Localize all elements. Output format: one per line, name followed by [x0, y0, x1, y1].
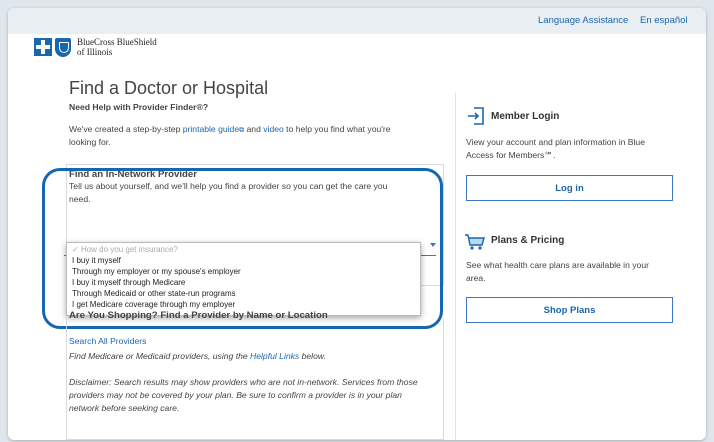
login-icon [468, 107, 484, 125]
utility-bar: Language Assistance En español [8, 8, 706, 34]
member-login-heading: Member Login [491, 111, 560, 122]
disclaimer-3: network before seeking care. [69, 403, 180, 413]
logo-text: BlueCross BlueShield of Illinois [77, 37, 157, 57]
disclaimer-1: Disclaimer: Search results may show prov… [69, 377, 418, 387]
shield-icon [55, 37, 71, 57]
login-button[interactable]: Log in [466, 175, 673, 201]
search-all-providers-link[interactable]: Search All Providers [69, 335, 146, 348]
bcbs-logo[interactable]: BlueCross BlueShield of Illinois [34, 37, 157, 57]
page-title: Find a Doctor or Hospital [69, 78, 269, 98]
help-heading: Need Help with Provider Finder®? [69, 102, 209, 112]
shopping-cart-icon [465, 234, 485, 250]
disclaimer-2: providers may not be covered by your pla… [69, 390, 402, 400]
shop-plans-button[interactable]: Shop Plans [466, 297, 673, 323]
espanol-link[interactable]: En español [640, 15, 688, 26]
language-assistance-link[interactable]: Language Assistance [538, 15, 628, 26]
plans-text-1: See what health care plans are available… [466, 260, 649, 270]
browser-frame: Language Assistance En español BlueCross… [8, 8, 706, 440]
highlight-annotation [42, 168, 443, 329]
login-text-2: Access for Members℠. [466, 150, 556, 160]
plans-pricing-heading: Plans & Pricing [491, 235, 565, 246]
medicare-text: Find Medicare or Medicaid providers, usi… [69, 351, 326, 361]
login-text-1: View your account and plan information i… [466, 137, 645, 147]
helpful-links-link[interactable]: Helpful Links [250, 351, 299, 361]
shopping-heading: Are You Shopping? Find a Provider by Nam… [69, 310, 328, 321]
printable-guide-link[interactable]: printable guide [183, 124, 239, 134]
video-link[interactable]: video [263, 124, 284, 134]
plans-text-2: area. [466, 273, 486, 283]
cross-icon [34, 38, 52, 56]
column-divider [455, 92, 456, 440]
help-text-line2: looking for. [69, 137, 111, 147]
help-text: We've created a step-by-step printable g… [69, 124, 391, 134]
